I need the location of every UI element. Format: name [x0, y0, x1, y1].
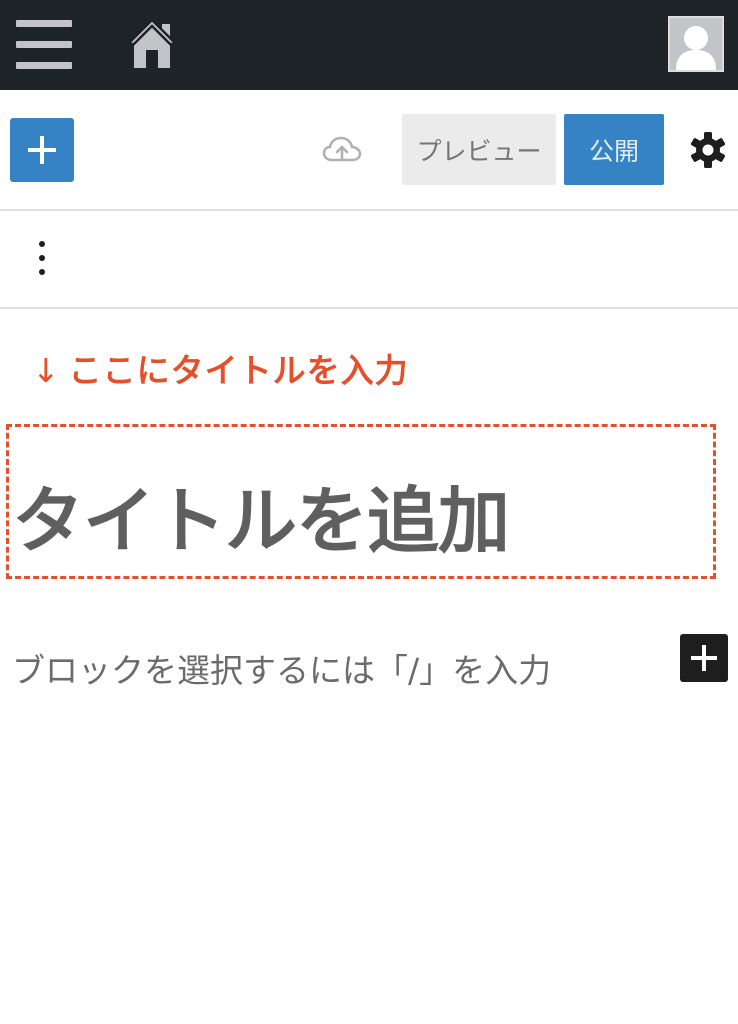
- hamburger-menu-icon-bar: [16, 41, 72, 48]
- home-link[interactable]: [124, 16, 180, 72]
- options-bar: [0, 211, 738, 309]
- editor-toolbar: プレビュー 公開: [0, 90, 738, 211]
- hamburger-menu-icon: [16, 20, 72, 27]
- post-title-input[interactable]: タイトルを追加: [12, 462, 510, 567]
- inline-block-inserter-button[interactable]: [680, 634, 728, 682]
- more-options-button[interactable]: [22, 235, 62, 285]
- hamburger-menu-icon-bar: [16, 62, 72, 69]
- title-annotation: ↓ ここにタイトルを入力: [32, 344, 409, 392]
- gear-icon: [690, 132, 726, 168]
- annotation-text: ここにタイトルを入力: [68, 351, 409, 390]
- cloud-upload-icon: [322, 136, 362, 162]
- user-avatar-icon: [676, 26, 716, 70]
- save-draft-button[interactable]: [318, 126, 366, 174]
- home-icon: [124, 18, 180, 68]
- menu-toggle-button[interactable]: [14, 20, 74, 70]
- admin-bar: [0, 0, 738, 90]
- settings-button[interactable]: [686, 128, 730, 172]
- plus-icon: [28, 136, 56, 164]
- annotation-arrow: ↓: [32, 351, 61, 390]
- user-avatar[interactable]: [668, 16, 724, 72]
- vertical-ellipsis-icon: [39, 241, 45, 275]
- block-inserter-toggle-button[interactable]: [10, 118, 74, 182]
- plus-icon: [691, 645, 717, 671]
- publish-button[interactable]: 公開: [564, 114, 664, 185]
- preview-button[interactable]: プレビュー: [402, 114, 556, 185]
- block-placeholder-paragraph[interactable]: ブロックを選択するには「/」を入力: [12, 644, 551, 692]
